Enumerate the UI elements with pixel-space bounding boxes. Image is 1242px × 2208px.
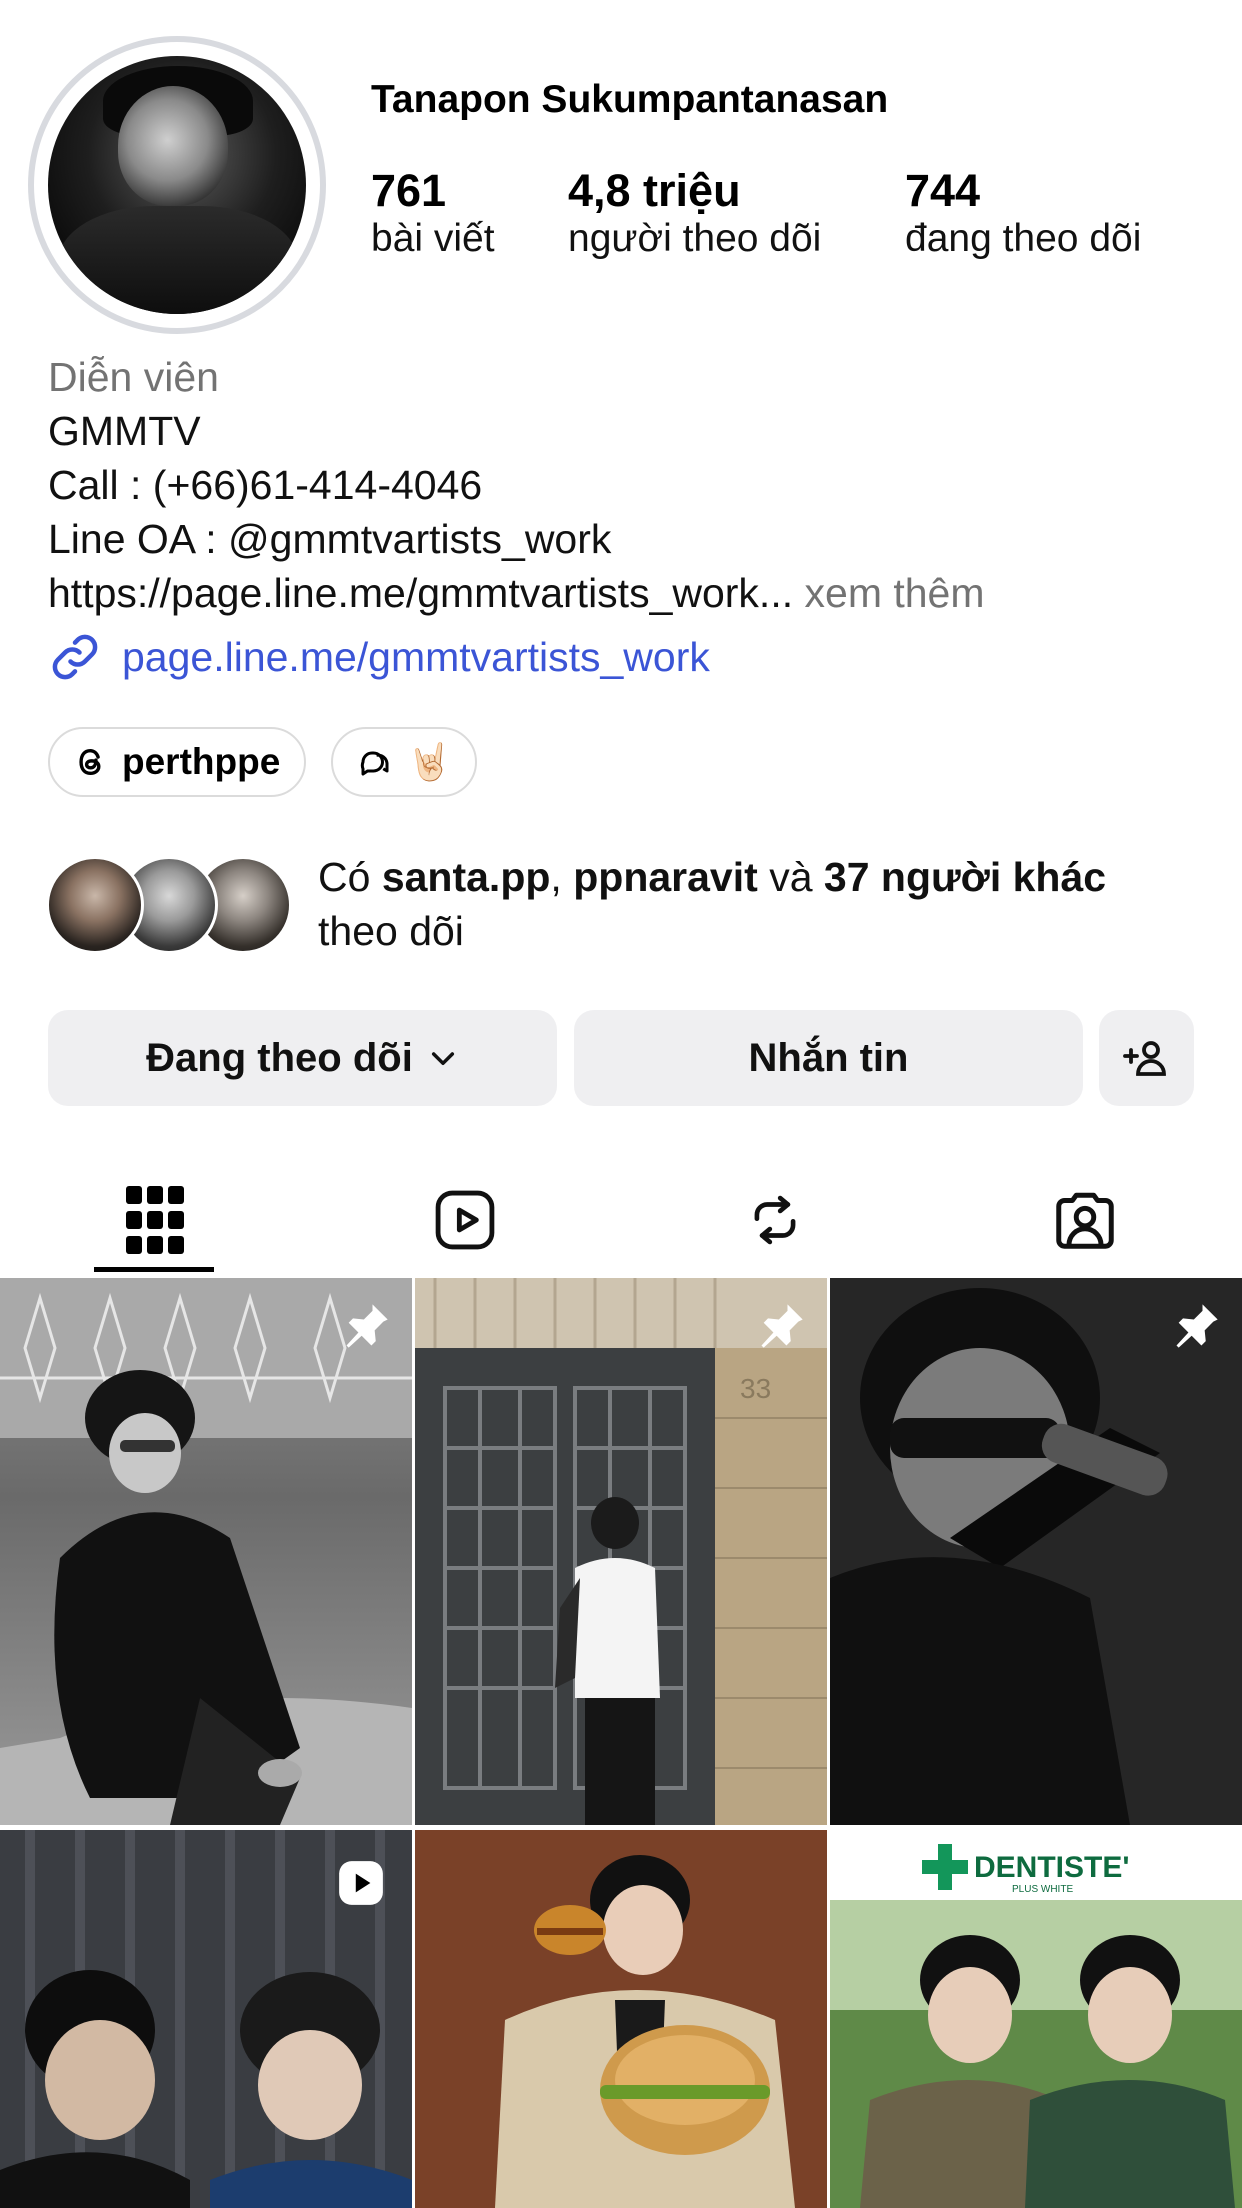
tagged-icon	[1056, 1192, 1114, 1249]
chevron-down-icon	[431, 1052, 454, 1066]
post-thumbnail[interactable]: DENTISTE' PLUS WHITE	[830, 1830, 1242, 2208]
see-more-link[interactable]: xem thêm	[805, 570, 985, 616]
bio-line: Call : (+66)61-414-4046	[48, 462, 483, 508]
post-thumbnail[interactable]	[830, 1278, 1242, 1825]
threads-chip[interactable]: perthppe	[48, 727, 306, 797]
bio-line: GMMTV	[48, 408, 201, 454]
tab-tagged[interactable]	[930, 1170, 1240, 1270]
followers-others[interactable]: 37 người khác	[824, 854, 1106, 900]
follower-avatar	[46, 856, 144, 954]
profile-category: Diễn viên	[48, 354, 219, 400]
post-thumbnail[interactable]	[0, 1278, 412, 1825]
post-thumbnail[interactable]	[0, 1830, 412, 2208]
external-link[interactable]: page.line.me/gmmtvartists_work	[48, 630, 710, 684]
pin-icon	[1176, 1304, 1218, 1348]
link-icon	[52, 634, 98, 680]
threads-icon	[79, 748, 101, 776]
reels-icon	[435, 1190, 495, 1250]
grid-icon	[126, 1186, 184, 1254]
post-thumbnail[interactable]: 33	[415, 1278, 827, 1825]
bio-url-text: https://page.line.me/gmmtvartists_work..…	[48, 570, 794, 616]
bio-url-line: https://page.line.me/gmmtvartists_work..…	[48, 566, 985, 620]
stat-followers[interactable]: 4,8 triệu người theo dõi	[568, 165, 821, 261]
message-button[interactable]: Nhắn tin	[574, 1010, 1083, 1106]
add-person-icon	[1122, 1041, 1166, 1076]
link-text: page.line.me/gmmtvartists_work	[122, 633, 710, 680]
tab-posts[interactable]	[0, 1170, 310, 1270]
ad-sub: PLUS WHITE	[1012, 1884, 1073, 1895]
stat-posts[interactable]: 761 bài viết	[371, 165, 495, 261]
pin-icon	[761, 1304, 803, 1348]
reel-icon	[339, 1861, 383, 1905]
pin-icon	[346, 1304, 388, 1348]
reposts-icon	[754, 1195, 796, 1245]
stat-following[interactable]: 744 đang theo dõi	[905, 165, 1141, 261]
note-bubble-icon	[360, 751, 389, 776]
tab-reposts[interactable]	[620, 1170, 930, 1270]
note-emoji: 🤘🏻	[407, 741, 452, 782]
post-thumbnail[interactable]	[415, 1830, 827, 2208]
tab-reels[interactable]	[310, 1170, 620, 1270]
threads-handle: perthppe	[122, 741, 281, 782]
followed-by-text[interactable]: Có santa.pp, ppnaravit và 37 người khác …	[318, 850, 1218, 958]
ad-brand: DENTISTE'	[974, 1851, 1129, 1884]
note-chip[interactable]: 🤘🏻	[331, 727, 477, 797]
bio-line: Line OA : @gmmtvartists_work	[48, 516, 612, 562]
follower-name[interactable]: santa.pp	[382, 854, 551, 900]
active-tab-indicator	[94, 1267, 214, 1272]
profile-username: Tanapon Sukumpantanasan	[371, 78, 889, 121]
following-button[interactable]: Đang theo dõi	[48, 1010, 557, 1106]
profile-avatar[interactable]	[48, 56, 306, 314]
follower-name[interactable]: ppnaravit	[573, 854, 758, 900]
door-number: 33	[740, 1373, 771, 1404]
suggest-users-button[interactable]	[1099, 1010, 1194, 1106]
